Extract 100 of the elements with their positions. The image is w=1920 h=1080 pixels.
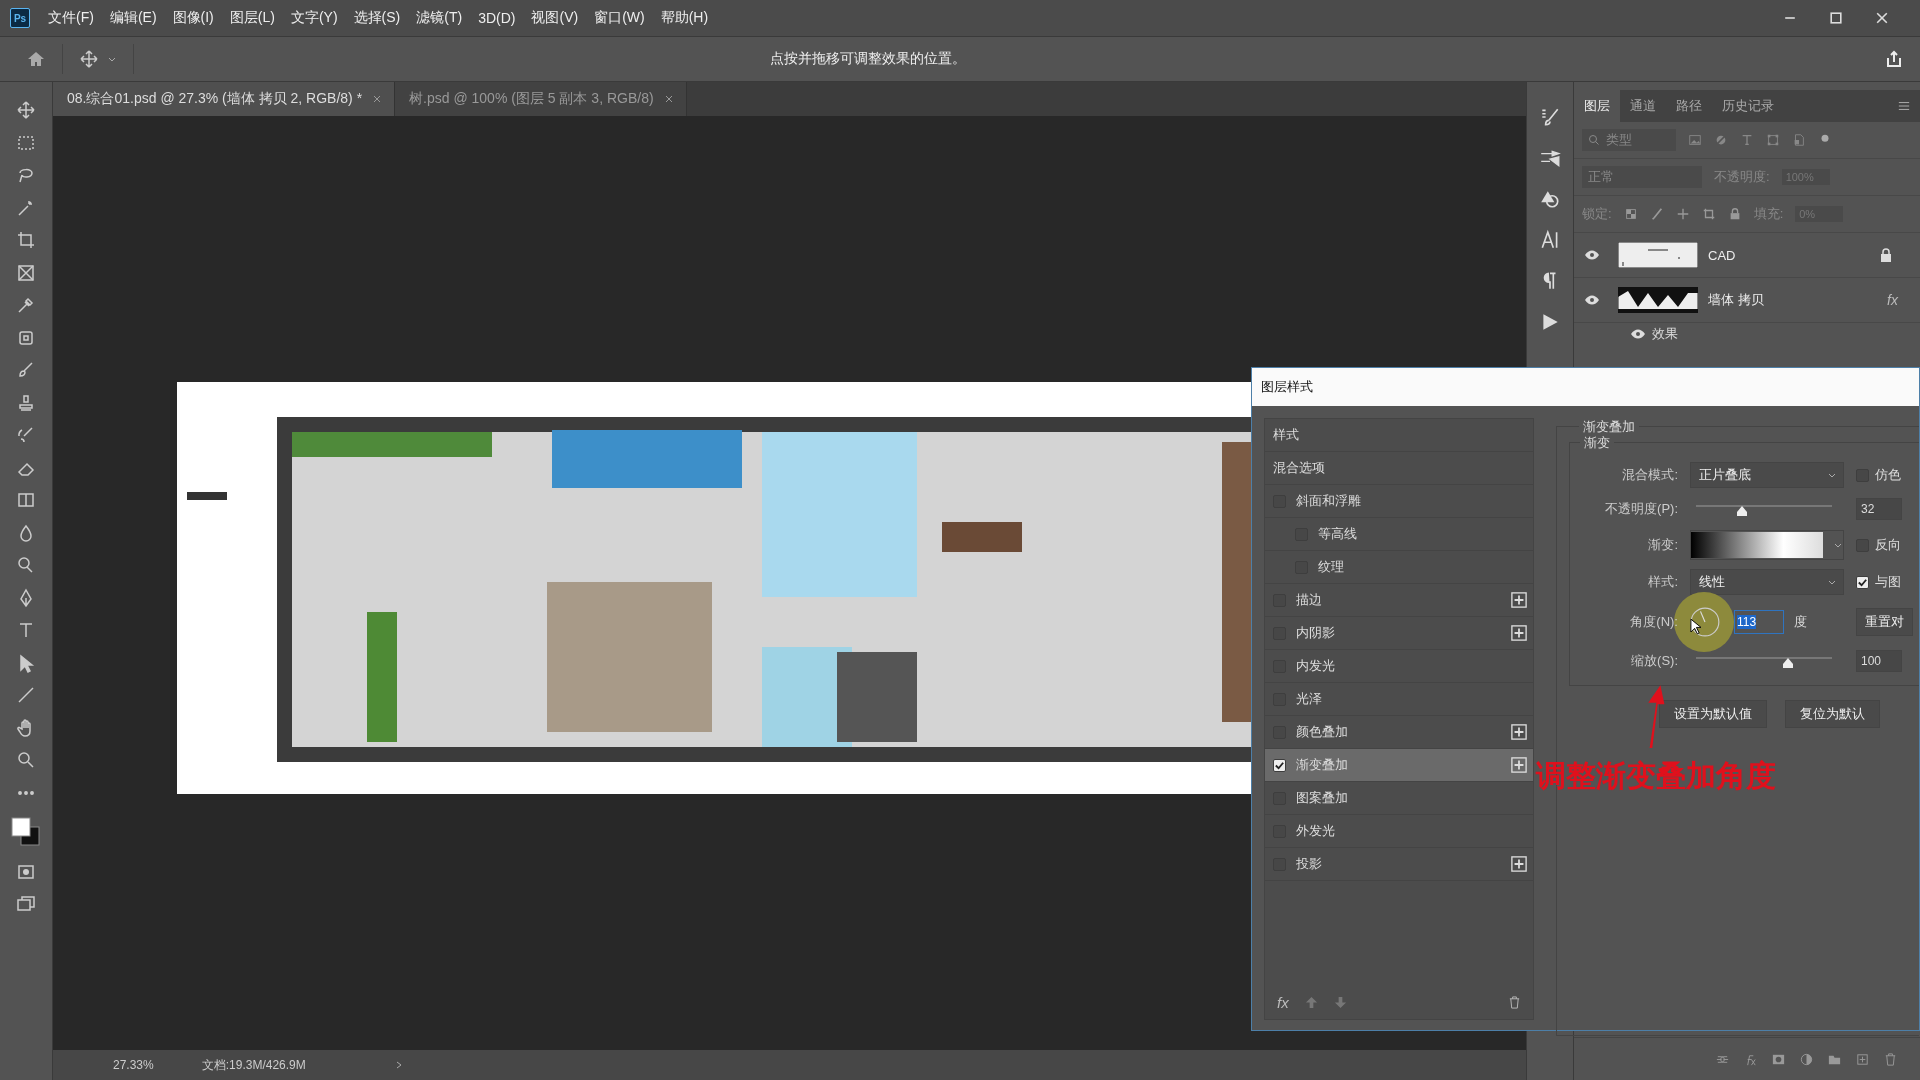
app-logo[interactable]: Ps	[10, 8, 30, 28]
trash-icon[interactable]	[1508, 995, 1521, 1009]
menu-item[interactable]: 选择(S)	[353, 9, 401, 27]
menu-item[interactable]: 3D(D)	[478, 10, 516, 26]
style-item[interactable]: 样式	[1265, 419, 1533, 452]
document-tab[interactable]: 树.psd @ 100% (图层 5 副本 3, RGB/8)	[395, 82, 687, 116]
add-icon[interactable]	[1511, 856, 1527, 872]
checkbox[interactable]	[1856, 575, 1869, 589]
style-item[interactable]: 内发光	[1265, 650, 1533, 683]
document-tab[interactable]: 08.综合01.psd @ 27.3% (墙体 拷贝 2, RGB/8) *	[53, 82, 396, 116]
panel-tab[interactable]: 图层	[1574, 90, 1620, 122]
style-item[interactable]: 纹理	[1265, 551, 1533, 584]
style-item[interactable]: 等高线	[1265, 518, 1533, 551]
brush-icon[interactable]	[16, 360, 36, 380]
reset-align-button[interactable]: 重置对	[1856, 608, 1913, 636]
eye-icon[interactable]	[1630, 329, 1646, 339]
document-info: 文档:19.3M/426.9M	[201, 1056, 306, 1074]
new-layer-icon[interactable]	[1855, 1051, 1870, 1067]
history-brush-icon[interactable]	[16, 425, 36, 445]
panel-tab[interactable]: 路径	[1666, 90, 1712, 122]
menu-item[interactable]: 编辑(E)	[109, 9, 157, 27]
layer-row[interactable]: CAD	[1574, 233, 1920, 278]
field-label: 样式:	[1647, 573, 1678, 591]
crop-icon[interactable]	[1701, 207, 1716, 221]
menu-item[interactable]: 文件(F)	[48, 9, 94, 27]
zoom-level[interactable]: 27.33%	[113, 1058, 154, 1072]
eyedropper-icon[interactable]	[16, 295, 36, 315]
search-icon	[1588, 134, 1600, 146]
layer-name: 墙体 拷贝	[1708, 291, 1764, 309]
gradient-picker[interactable]	[1690, 530, 1844, 560]
layer-name: CAD	[1708, 247, 1736, 263]
fx-button[interactable]: fx	[1277, 993, 1289, 1011]
share-icon[interactable]	[1884, 49, 1904, 69]
style-item[interactable]: 渐变叠加	[1265, 749, 1533, 782]
style-item[interactable]: 混合选项	[1265, 452, 1533, 485]
line-icon[interactable]	[16, 685, 36, 705]
move-icon[interactable]	[79, 49, 99, 69]
stamp-icon[interactable]	[16, 392, 36, 413]
brush-icon[interactable]	[1649, 207, 1664, 221]
image-filter-icon[interactable]	[1688, 133, 1702, 147]
shape-filter-icon[interactable]	[1766, 133, 1780, 147]
move-icon[interactable]	[16, 100, 36, 120]
panel-tab[interactable]: 历史记录	[1712, 90, 1784, 122]
style-item[interactable]: 内阴影	[1265, 617, 1533, 650]
add-icon[interactable]	[1511, 625, 1527, 641]
style-item[interactable]: 斜面和浮雕	[1265, 485, 1533, 518]
add-icon[interactable]	[1511, 724, 1527, 740]
menu-item[interactable]: 文字(Y)	[290, 9, 338, 27]
layer-row[interactable]: 墙体 拷贝 fx	[1574, 278, 1920, 323]
dialog-title: 图层样式	[1252, 368, 1919, 406]
smart-object-filter-icon[interactable]	[1792, 133, 1806, 147]
blend-mode-dropdown[interactable]: 正片叠底	[1690, 462, 1844, 488]
adjustment-icon[interactable]	[1799, 1051, 1814, 1067]
field-label: 角度(N):	[1629, 613, 1678, 631]
dialog-button[interactable]: 设置为默认值	[1659, 700, 1767, 728]
maximize-icon[interactable]	[1828, 10, 1844, 26]
frame-icon[interactable]	[16, 262, 36, 283]
scale-field[interactable]: 100	[1856, 650, 1902, 672]
add-icon[interactable]	[1511, 757, 1527, 773]
close-icon[interactable]	[1874, 10, 1890, 26]
close-icon[interactable]	[372, 94, 383, 104]
color-swatch-icon[interactable]	[9, 815, 43, 849]
angle-dial[interactable]	[1690, 607, 1720, 637]
slider-thumb[interactable]	[1736, 505, 1749, 517]
menu-item[interactable]: 图层(L)	[229, 9, 275, 27]
menu-item[interactable]: 图像(I)	[172, 9, 214, 27]
screen-mode-icon[interactable]	[16, 894, 36, 914]
eye-icon[interactable]	[1584, 250, 1600, 260]
brush-settings-icon[interactable]	[1539, 106, 1561, 128]
dialog-button[interactable]: 复位为默认	[1785, 700, 1880, 728]
style-item[interactable]: 外发光	[1265, 815, 1533, 848]
trash-icon[interactable]	[1883, 1051, 1898, 1067]
menu-item[interactable]: 窗口(W)	[594, 9, 645, 27]
type-filter-icon[interactable]	[1740, 133, 1754, 147]
style-item[interactable]: 光泽	[1265, 683, 1533, 716]
style-item[interactable]: 投影	[1265, 848, 1533, 881]
menu-icon[interactable]	[1898, 101, 1910, 111]
angle-field[interactable]: 113	[1734, 610, 1784, 634]
panel-tab[interactable]: 通道	[1620, 90, 1666, 122]
menu-item[interactable]: 滤镜(T)	[416, 9, 463, 27]
fx-label: fx	[1887, 292, 1898, 308]
gradient-icon[interactable]	[16, 490, 36, 510]
home-icon[interactable]	[26, 49, 46, 69]
menu-item[interactable]: 帮助(H)	[660, 9, 709, 27]
menu-item[interactable]: 视图(V)	[531, 9, 579, 27]
style-item[interactable]: 描边	[1265, 584, 1533, 617]
add-icon[interactable]	[1511, 592, 1527, 608]
move-icon[interactable]	[1675, 207, 1690, 221]
zoom-icon[interactable]	[16, 750, 36, 770]
checkbox-label: 与图	[1875, 573, 1901, 591]
opacity-field[interactable]: 32	[1856, 498, 1902, 520]
slider-thumb[interactable]	[1782, 657, 1795, 669]
adjustment-filter-icon[interactable]	[1714, 133, 1728, 147]
style-item[interactable]: 图案叠加	[1265, 782, 1533, 815]
checkbox[interactable]	[1273, 758, 1286, 772]
crop-icon[interactable]	[16, 230, 36, 250]
lock-pixels-icon[interactable]	[1623, 207, 1638, 221]
eye-icon[interactable]	[1584, 295, 1600, 305]
close-icon[interactable]	[663, 94, 674, 104]
style-dropdown[interactable]: 线性	[1690, 569, 1844, 595]
